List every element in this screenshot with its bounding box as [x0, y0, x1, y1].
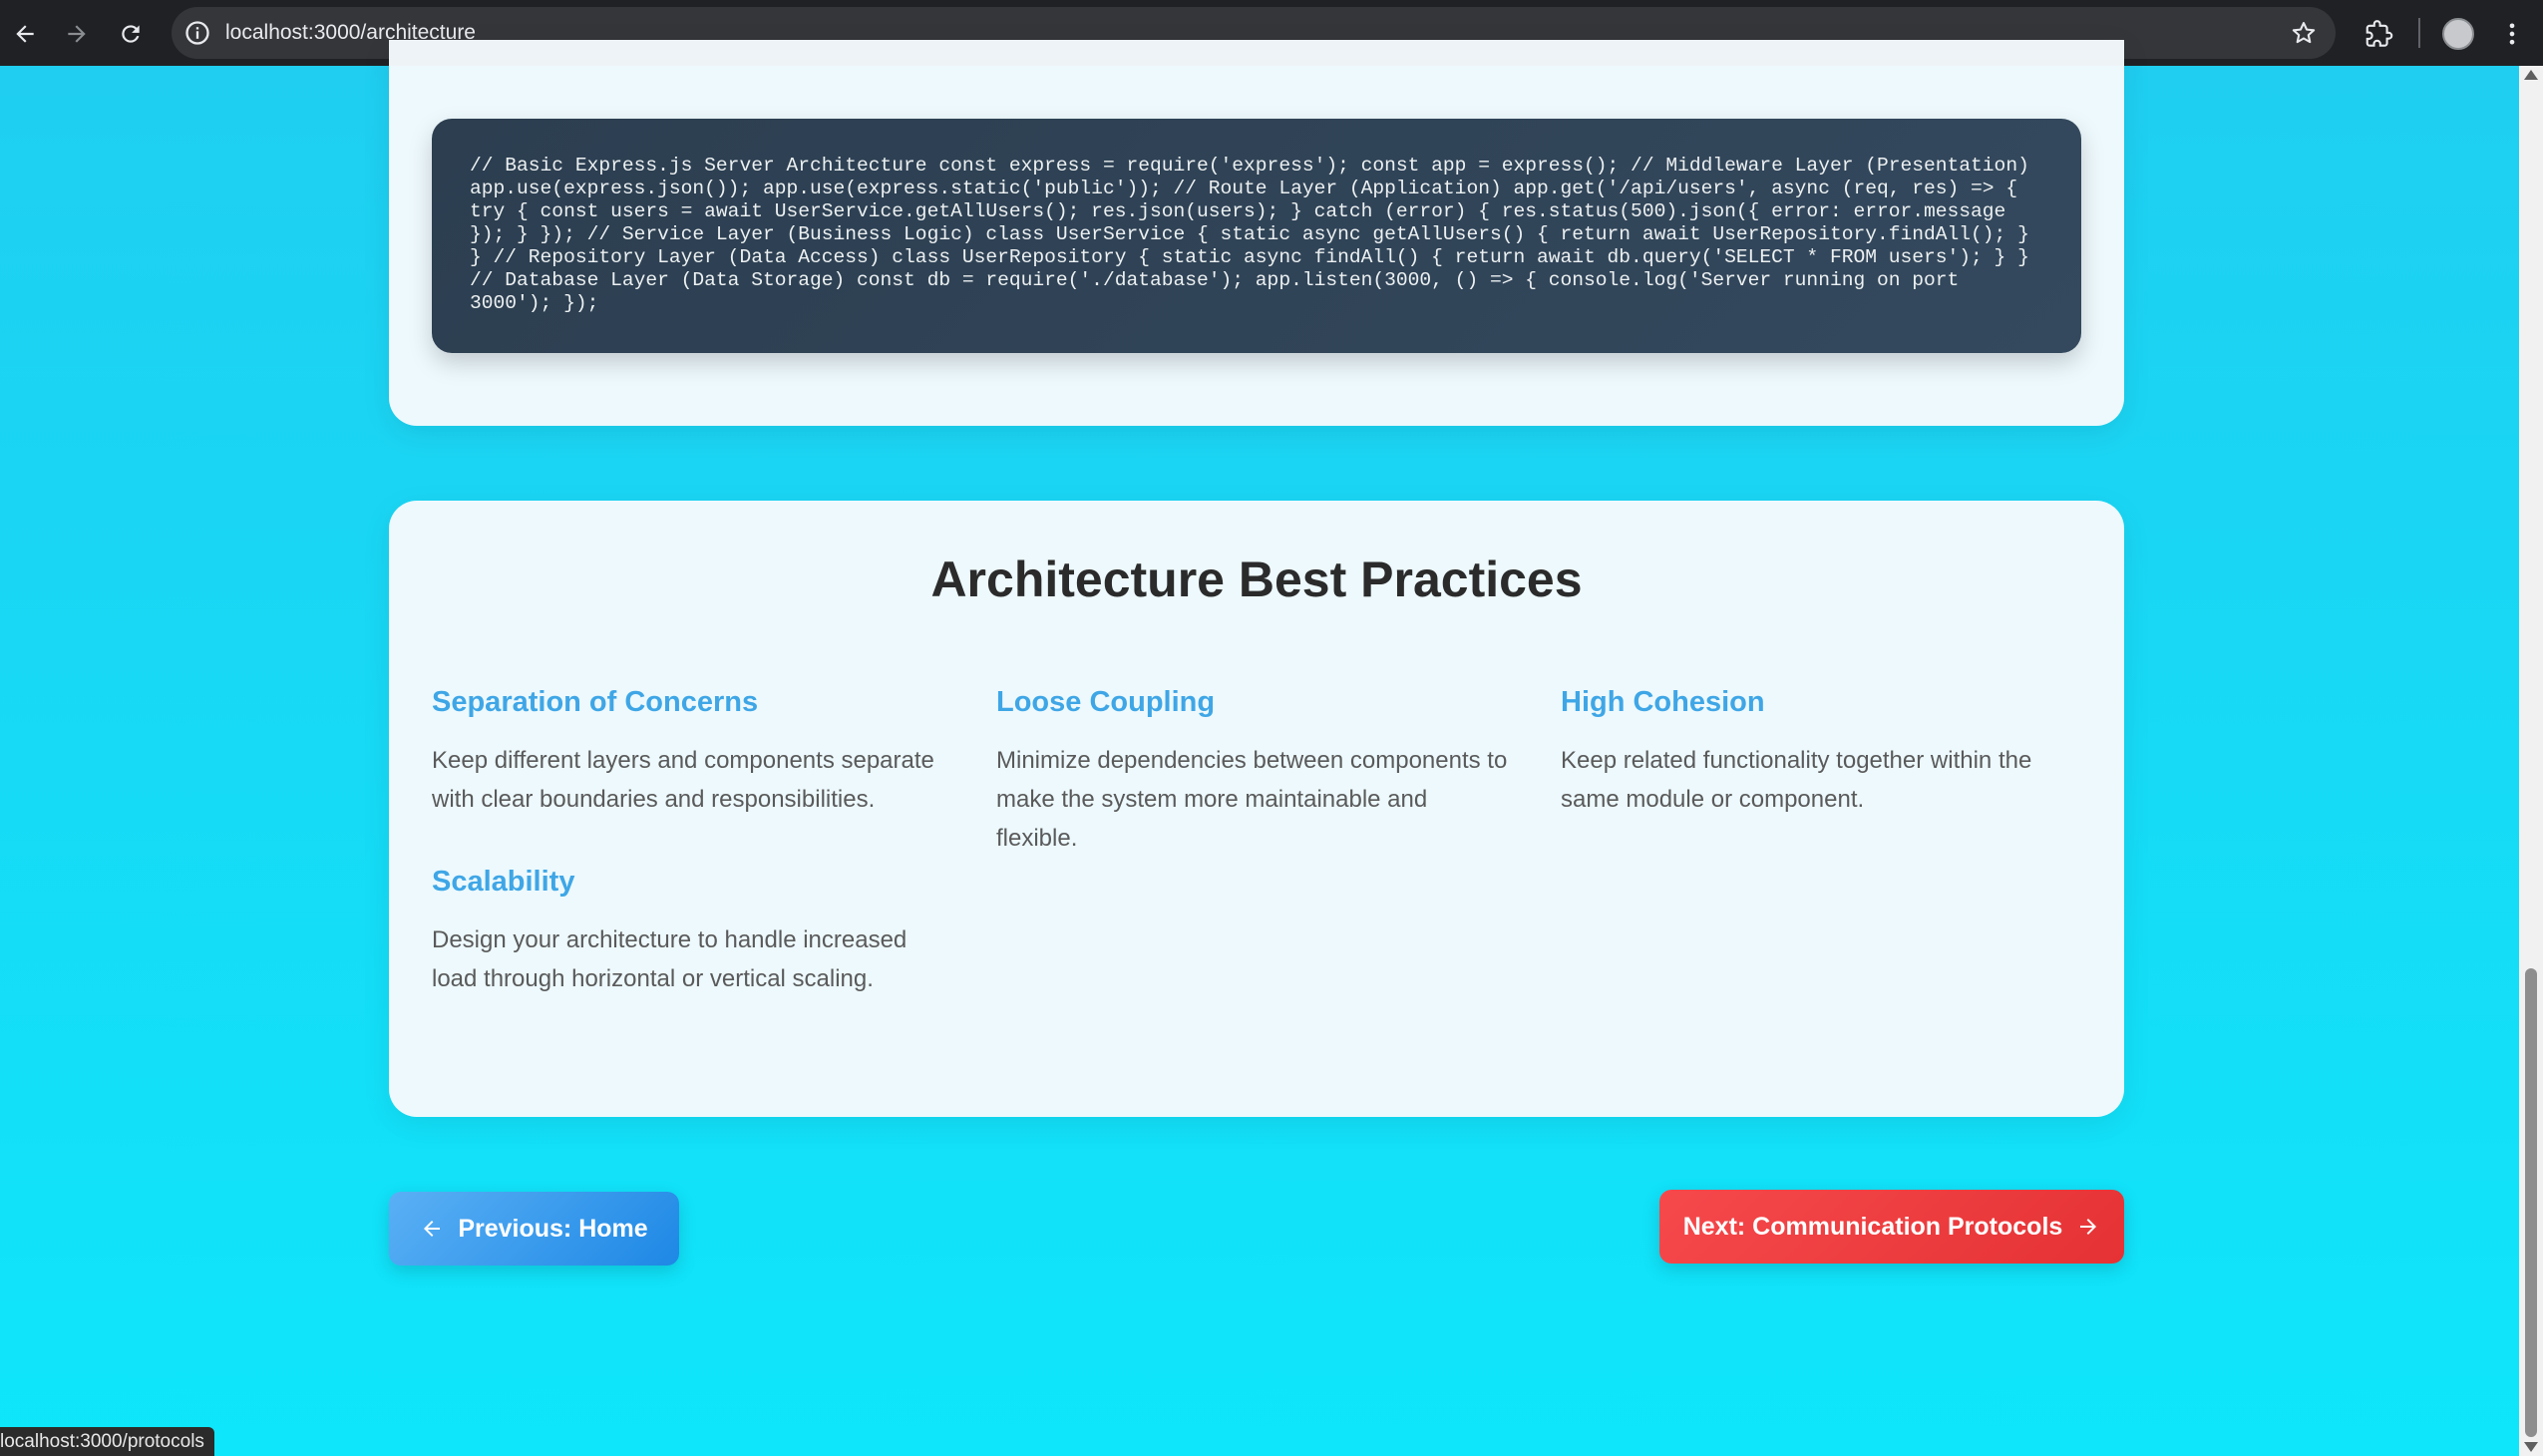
avatar [2442, 18, 2474, 50]
back-arrow-icon [16, 25, 34, 43]
scrollbar-thumb[interactable] [2525, 968, 2537, 1437]
practice-item: Scalability Design your architecture to … [432, 866, 950, 998]
back-button[interactable] [5, 14, 45, 54]
previous-page-button[interactable]: Previous: Home [389, 1192, 679, 1266]
practice-item: Loose Coupling Minimize dependencies bet… [996, 686, 1515, 858]
forward-arrow-icon [68, 25, 86, 43]
next-page-button[interactable]: Next: Communication Protocols [1659, 1190, 2124, 1264]
next-page-label: Next: Communication Protocols [1682, 1212, 2063, 1241]
practice-title: Scalability [432, 866, 575, 898]
scroll-up-icon[interactable] [2524, 70, 2538, 80]
code-block: // Basic Express.js Server Architecture … [432, 119, 2081, 353]
star-icon[interactable] [2290, 19, 2318, 47]
toolbar-divider [2418, 18, 2420, 48]
practice-text: Keep different layers and components sep… [432, 747, 934, 813]
section-title: Architecture Best Practices [930, 551, 1583, 607]
practice-title: Separation of Concerns [432, 686, 759, 718]
info-icon[interactable] [183, 19, 211, 47]
extensions-button[interactable] [2360, 14, 2399, 54]
page-scrollbar[interactable] [2519, 66, 2543, 1456]
arrow-left-icon [424, 1221, 441, 1237]
practice-text: Keep related functionality together with… [1561, 747, 2032, 813]
forward-button[interactable] [57, 14, 97, 54]
practice-item: Separation of Concerns Keep different la… [432, 686, 950, 819]
arrow-right-icon [2080, 1219, 2097, 1235]
profile-button[interactable] [2438, 14, 2478, 54]
practice-title: Loose Coupling [996, 686, 1216, 718]
practice-title: High Cohesion [1561, 686, 1765, 718]
menu-button[interactable] [2492, 14, 2532, 54]
practice-item: High Cohesion Keep related functionality… [1561, 686, 2079, 819]
puzzle-icon [2365, 20, 2393, 47]
code-example-card: // Basic Express.js Server Architecture … [389, 40, 2124, 426]
reload-button[interactable] [111, 14, 151, 54]
kebab-menu-icon [2509, 23, 2515, 45]
code-text: // Basic Express.js Server Architecture … [470, 155, 2041, 314]
previous-page-label: Previous: Home [458, 1214, 648, 1243]
best-practices-card: Architecture Best Practices Separation o… [389, 501, 2124, 1117]
scroll-down-icon[interactable] [2524, 1442, 2538, 1452]
practice-text: Design your architecture to handle incre… [432, 926, 908, 992]
reload-icon [122, 25, 140, 43]
practice-text: Minimize dependencies between components… [996, 747, 1508, 852]
link-status-bar: localhost:3000/protocols [0, 1427, 214, 1456]
